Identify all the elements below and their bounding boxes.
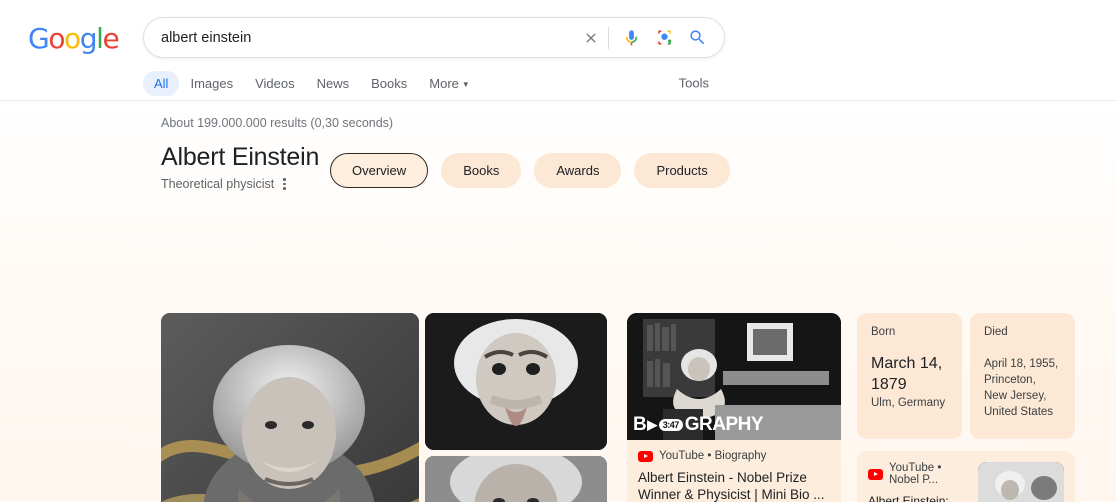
results-body: About 199.000.000 results (0,30 seconds)… (0, 101, 1116, 502)
tab-label: All (154, 76, 168, 91)
tab-label: Images (190, 76, 233, 91)
search-icon[interactable] (684, 25, 710, 51)
fact-value-died: April 18, 1955, Princeton, New Jersey, U… (984, 356, 1061, 420)
chip-label: Products (656, 163, 707, 178)
video-thumbnail-1[interactable]: B ▶ 3:47 GRAPHY (627, 313, 841, 440)
play-triangle-icon: ▶ (647, 417, 657, 433)
secondary-images-column (425, 313, 607, 502)
search-header: Google (0, 0, 1116, 101)
chevron-down-icon: ▼ (462, 80, 470, 89)
hero-portrait-image[interactable]: Global Governance Forum (161, 313, 419, 502)
knowledge-panel-header: Albert Einstein Theoretical physicist (161, 142, 319, 191)
video-result-card-1[interactable]: B ▶ 3:47 GRAPHY YouTube • Biography Albe… (627, 313, 841, 502)
brand-text-b: B (633, 414, 646, 436)
entity-description: Theoretical physicist (161, 177, 274, 191)
logo-letter: G (28, 22, 48, 55)
chip-products[interactable]: Products (634, 153, 729, 188)
hero-image-container[interactable]: Global Governance Forum (161, 313, 419, 502)
chip-label: Overview (352, 163, 406, 178)
fact-card-born[interactable]: Born March 14, 1879 Ulm, Germany (857, 313, 962, 439)
entity-image-collage: Global Governance Forum (161, 313, 607, 502)
chip-overview[interactable]: Overview (330, 153, 428, 188)
tab-videos[interactable]: Videos (244, 71, 306, 96)
knowledge-panel-subtitle-row: Theoretical physicist (161, 177, 319, 191)
brand-text-rest: GRAPHY (685, 414, 763, 436)
microphone-icon[interactable] (618, 25, 644, 51)
search-bar[interactable] (143, 17, 725, 58)
chip-label: Awards (556, 163, 599, 178)
knowledge-panel-chips: Overview Books Awards Products (330, 153, 730, 188)
video-metadata-1: YouTube • Biography Albert Einstein - No… (627, 440, 841, 502)
tab-all[interactable]: All (143, 71, 179, 96)
google-logo[interactable]: Google (28, 22, 118, 55)
search-bar-actions (578, 25, 724, 51)
video-source-text: YouTube • Nobel P... (889, 462, 969, 486)
search-input[interactable] (144, 30, 578, 46)
tab-books[interactable]: Books (360, 71, 418, 96)
chip-awards[interactable]: Awards (534, 153, 621, 188)
portrait-illustration (161, 313, 419, 502)
tongue-photo-image[interactable] (425, 313, 607, 450)
video-result-card-2[interactable]: YouTube • Nobel P... Albert Einstein: Fa… (857, 451, 1075, 502)
video-thumbnail-2[interactable]: 0:55 (978, 462, 1064, 502)
entity-fact-cards: Born March 14, 1879 Ulm, Germany Died Ap… (857, 313, 1075, 439)
close-icon[interactable] (578, 25, 604, 51)
youtube-icon (638, 451, 653, 462)
tab-label: News (317, 76, 350, 91)
video-metadata-2: YouTube • Nobel P... Albert Einstein: Fa… (868, 462, 969, 502)
video-title-2[interactable]: Albert Einstein: Father of modern... (868, 493, 969, 502)
video-source-text: YouTube • Biography (659, 450, 766, 462)
video-thumbnail-2-illustration (978, 462, 1064, 502)
biography-brand-label: B ▶ 3:47 GRAPHY (633, 414, 763, 436)
tab-images[interactable]: Images (179, 71, 244, 96)
logo-letter: e (103, 22, 119, 55)
youtube-icon (868, 469, 883, 480)
tab-more[interactable]: More▼ (418, 71, 481, 96)
page-title: Albert Einstein (161, 142, 319, 172)
search-nav-tabs: All Images Videos News Books More▼ Tools (143, 68, 725, 98)
fact-value-born-date: March 14, 1879 (871, 353, 948, 395)
tab-label: Videos (255, 76, 295, 91)
profile-illustration (425, 456, 607, 502)
logo-letter: o (64, 22, 80, 55)
tongue-illustration (425, 313, 607, 450)
chip-books[interactable]: Books (441, 153, 521, 188)
tab-label: More (429, 76, 459, 91)
tools-button[interactable]: Tools (679, 76, 709, 91)
divider (608, 27, 609, 49)
video-duration-badge: 3:47 (659, 419, 683, 431)
more-vertical-icon[interactable] (283, 178, 286, 190)
video-source-line-1: YouTube • Biography (638, 450, 830, 462)
logo-letter: g (80, 22, 96, 55)
google-lens-icon[interactable] (651, 25, 677, 51)
fact-label-born: Born (871, 326, 948, 338)
result-count: About 199.000.000 results (0,30 seconds) (161, 116, 393, 130)
tab-news[interactable]: News (306, 71, 361, 96)
video-source-line-2: YouTube • Nobel P... (868, 462, 969, 486)
fact-value-born-place: Ulm, Germany (871, 395, 948, 411)
logo-letter: o (48, 22, 64, 55)
profile-photo-image[interactable] (425, 456, 607, 502)
chip-label: Books (463, 163, 499, 178)
video-title-1[interactable]: Albert Einstein - Nobel Prize Winner & P… (638, 469, 830, 502)
tab-label: Books (371, 76, 407, 91)
fact-label-died: Died (984, 326, 1061, 338)
fact-card-died[interactable]: Died April 18, 1955, Princeton, New Jers… (970, 313, 1075, 439)
